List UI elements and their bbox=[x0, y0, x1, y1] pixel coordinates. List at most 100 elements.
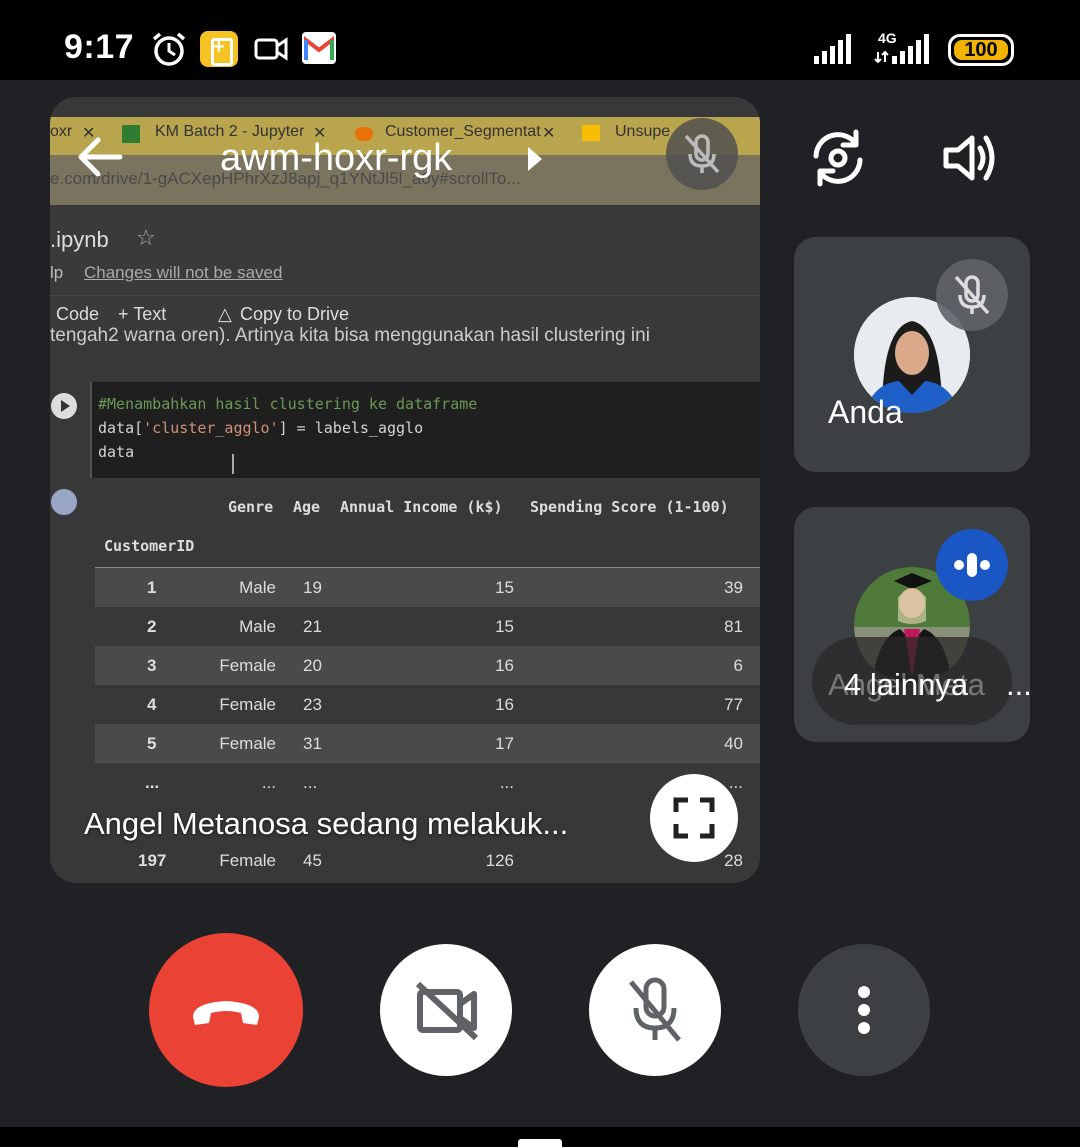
df-cell: 45 bbox=[303, 851, 322, 870]
colab-header: .ipynb ☆ lp Changes will not be saved Co… bbox=[50, 205, 760, 331]
table-row: 1 Male 19 15 39 bbox=[95, 568, 760, 607]
df-index-cell: 4 bbox=[147, 695, 157, 714]
df-cell: 77 bbox=[724, 695, 743, 714]
fullscreen-button[interactable] bbox=[650, 774, 738, 862]
fullscreen-icon bbox=[673, 797, 715, 839]
speaking-badge bbox=[936, 529, 1008, 601]
drive-tab-icon bbox=[582, 125, 600, 141]
df-cell: 21 bbox=[303, 617, 322, 636]
code-cell: #Menambahkan hasil clustering ke datafra… bbox=[90, 382, 760, 478]
df-index-cell: 1 bbox=[147, 578, 157, 597]
df-cell: 19 bbox=[303, 578, 322, 597]
camera-off-icon bbox=[415, 981, 479, 1041]
unsaved-notice: Changes will not be saved bbox=[84, 263, 283, 282]
df-index-cell: 5 bbox=[147, 734, 157, 753]
df-cell: Female bbox=[219, 851, 276, 870]
copy-to-drive-button: Copy to Drive bbox=[240, 304, 350, 324]
code-token: data[ bbox=[98, 419, 144, 437]
signal-4g-icon bbox=[874, 34, 929, 64]
text-cursor-icon bbox=[232, 454, 234, 474]
browser-tab: Unsupe bbox=[615, 123, 671, 140]
volume-icon[interactable] bbox=[942, 126, 998, 190]
more-vert-icon bbox=[858, 986, 870, 1034]
participant-name-ellipsis: ... bbox=[1006, 667, 1030, 702]
df-cell: 31 bbox=[303, 734, 322, 753]
code-line: data['cluster_agglo'] = labels_agglo bbox=[98, 419, 423, 437]
mic-off-icon bbox=[954, 275, 990, 315]
more-options-button[interactable] bbox=[798, 944, 930, 1076]
more-participants-label[interactable]: 4 lainnya bbox=[844, 667, 968, 703]
add-text-button: + Text bbox=[118, 304, 167, 324]
switch-camera-icon[interactable] bbox=[806, 126, 870, 190]
browser-tab-close: ✕ bbox=[542, 125, 556, 142]
status-time: 9:17 bbox=[64, 28, 135, 66]
run-cell-icon bbox=[51, 393, 77, 419]
mic-toggle-button[interactable] bbox=[589, 944, 721, 1076]
df-column-header: Spending Score (1-100) bbox=[530, 498, 729, 516]
chevron-right-icon[interactable] bbox=[528, 147, 542, 171]
df-cell: 16 bbox=[495, 695, 514, 714]
drive-icon: △ bbox=[218, 304, 232, 324]
hang-up-icon bbox=[193, 1001, 259, 1025]
table-row: 2 Male 21 15 81 bbox=[95, 607, 760, 646]
gmail-icon bbox=[302, 32, 336, 64]
output-icon bbox=[51, 489, 77, 515]
notebook-name: .ipynb bbox=[50, 227, 109, 252]
speaking-indicator-icon bbox=[954, 553, 990, 577]
markdown-text: tengah2 warna oren). Artinya kita bisa m… bbox=[50, 325, 650, 346]
browser-tab: oxr bbox=[50, 123, 73, 140]
code-token: ] = labels_agglo bbox=[278, 419, 424, 437]
camera-toggle-button[interactable] bbox=[380, 944, 512, 1076]
df-column-header: Annual Income (k$) bbox=[340, 498, 503, 516]
df-cell: ... bbox=[303, 773, 318, 792]
df-cell: 15 bbox=[495, 578, 514, 597]
presentation-tile[interactable]: oxr ✕ KM Batch 2 - Jupyter ✕ Customer_Se… bbox=[50, 97, 760, 883]
meeting-code[interactable]: awm-hoxr-rgk bbox=[220, 137, 452, 180]
jupyter-tab-icon bbox=[122, 125, 140, 143]
battery-level: 100 bbox=[954, 40, 1008, 60]
video-icon bbox=[254, 37, 288, 61]
status-bar: 9:17 4G 100 bbox=[0, 0, 1080, 80]
df-index-cell: 2 bbox=[147, 617, 157, 636]
df-cell: Female bbox=[219, 656, 276, 675]
navigation-bar bbox=[0, 1127, 1080, 1147]
df-cell: 23 bbox=[303, 695, 322, 714]
code-line: data bbox=[98, 443, 135, 461]
df-cell: 17 bbox=[495, 734, 514, 753]
signal-icon bbox=[814, 34, 851, 64]
table-row: 4 Female 23 16 77 bbox=[95, 685, 760, 724]
df-cell: Male bbox=[239, 578, 276, 597]
presenter-muted-badge bbox=[666, 118, 738, 190]
df-index-cell: 197 bbox=[138, 851, 167, 870]
df-cell: 16 bbox=[495, 656, 514, 675]
table-row: 3 Female 20 16 6 bbox=[95, 646, 760, 685]
battery-icon: 100 bbox=[948, 34, 1014, 66]
df-index-header: CustomerID bbox=[104, 537, 195, 555]
df-cell: 20 bbox=[303, 656, 322, 675]
df-cell: 81 bbox=[724, 617, 743, 636]
mic-off-icon bbox=[684, 134, 720, 174]
df-index-cell: ... bbox=[145, 773, 160, 792]
df-cell: Male bbox=[239, 617, 276, 636]
back-arrow-icon[interactable] bbox=[74, 132, 124, 182]
code-comment: #Menambahkan hasil clustering ke datafra… bbox=[98, 395, 478, 413]
df-cell: ... bbox=[499, 773, 514, 792]
df-cell: 6 bbox=[733, 656, 743, 675]
help-menu: lp bbox=[50, 263, 64, 282]
code-string: 'cluster_agglo' bbox=[143, 419, 279, 437]
df-cell: ... bbox=[261, 773, 276, 792]
self-tile[interactable]: Anda bbox=[794, 237, 1030, 472]
df-cell: Female bbox=[219, 695, 276, 714]
add-code-button: Code bbox=[56, 304, 100, 324]
self-muted-badge bbox=[936, 259, 1008, 331]
df-column-header: Genre bbox=[228, 498, 274, 516]
df-cell: 126 bbox=[485, 851, 514, 870]
table-row: 5 Female 31 17 40 bbox=[95, 724, 760, 763]
presenting-caption: Angel Metanosa sedang melakuk... bbox=[84, 806, 569, 841]
df-index-cell: 3 bbox=[147, 656, 157, 675]
df-column-header: Age bbox=[293, 498, 321, 516]
alarm-icon bbox=[152, 32, 186, 66]
home-gesture-handle[interactable] bbox=[518, 1139, 562, 1147]
leave-call-button[interactable] bbox=[149, 933, 303, 1087]
others-tile[interactable]: Angel Meta 4 lainnya ... bbox=[794, 507, 1030, 742]
